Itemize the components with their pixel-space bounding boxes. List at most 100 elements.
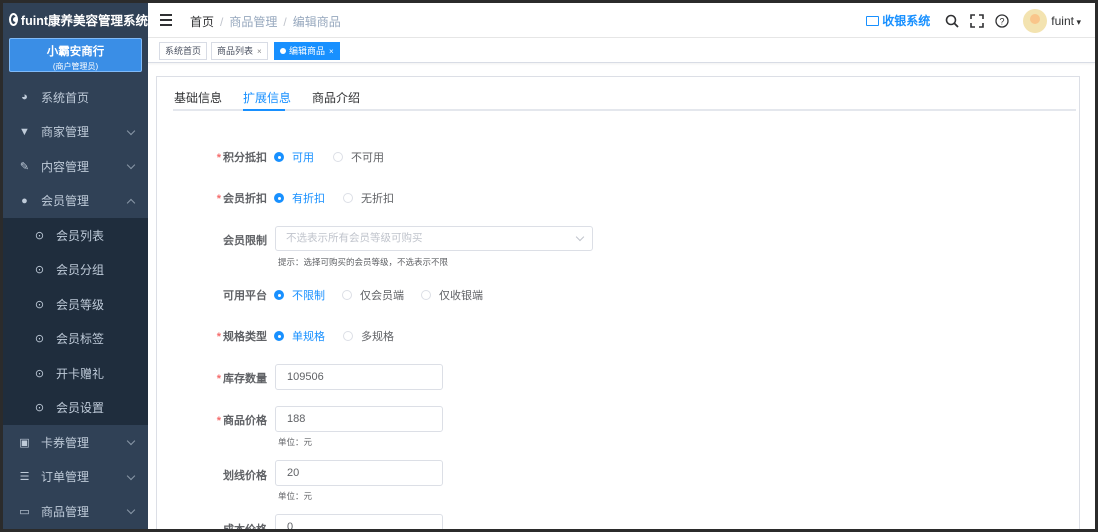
tab-extended-info[interactable]: 扩展信息 xyxy=(243,89,291,106)
tags-view: 系统首页 商品列表 × 编辑商品 × xyxy=(148,38,1095,63)
tag-label: 商品列表 xyxy=(217,46,254,56)
chevron-down-icon xyxy=(575,232,585,242)
sidebar-subitem-open-gift[interactable]: ⊙ 开卡赠礼 xyxy=(3,356,148,391)
price-unit: 单位：元 xyxy=(278,437,313,447)
sidebar-item-label: 卡券管理 xyxy=(41,435,90,450)
sidebar-item-members[interactable]: ● 会员管理 xyxy=(3,184,148,219)
circle-check-icon: ⊙ xyxy=(34,367,45,380)
sidebar-subitem-member-level[interactable]: ⊙ 会员等级 xyxy=(3,287,148,322)
circle-check-icon: ⊙ xyxy=(34,264,45,277)
cashier-button[interactable]: 收银系统 xyxy=(866,12,930,29)
price-label: * 商品价格 xyxy=(216,415,267,427)
tag-goods-list[interactable]: 商品列表 × xyxy=(211,42,268,60)
close-icon[interactable]: × xyxy=(257,47,262,56)
sidebar-item-content[interactable]: ✎ 内容管理 xyxy=(3,149,148,184)
sidebar-item-label: 内容管理 xyxy=(41,159,90,174)
line-price-unit: 单位：元 xyxy=(278,491,313,501)
points-radio-unavailable[interactable]: 不可用 xyxy=(333,149,384,165)
sidebar-subitem-member-tag[interactable]: ⊙ 会员标签 xyxy=(3,322,148,357)
cost-price-label: 成本价格 xyxy=(157,521,267,529)
navbar-right: 收银系统 ? fuint xyxy=(866,3,1095,38)
sidebar-item-label: 订单管理 xyxy=(41,470,90,485)
member-limit-label: 会员限制 xyxy=(223,235,267,247)
breadcrumb: 首页 / 商品管理 / 编辑商品 xyxy=(190,15,341,29)
hamburger-icon[interactable] xyxy=(160,14,174,26)
tab-basic-info[interactable]: 基础信息 xyxy=(174,89,222,106)
discount-radio-no[interactable]: 无折扣 xyxy=(343,190,394,206)
search-icon[interactable] xyxy=(944,13,960,29)
spec-radio-single[interactable]: 单规格 xyxy=(274,328,325,344)
merchant-switcher[interactable]: 小霸安商行 (商户管理员) xyxy=(9,38,142,72)
sidebar-item-label: 会员设置 xyxy=(56,401,105,416)
sidebar-item-label: 商家管理 xyxy=(41,125,90,140)
line-price-input[interactable]: 20 xyxy=(275,460,443,486)
edit-icon: ✎ xyxy=(19,160,30,173)
chevron-down-icon xyxy=(126,505,136,515)
breadcrumb-goods: 商品管理 xyxy=(229,15,278,29)
goods-icon: ▭ xyxy=(19,505,30,518)
spec-radio-multi[interactable]: 多规格 xyxy=(343,328,394,344)
points-radio-available[interactable]: 可用 xyxy=(274,149,314,165)
cart-icon: ▼ xyxy=(19,125,30,138)
tag-label: 编辑商品 xyxy=(289,46,326,56)
dashboard-icon: ◕ xyxy=(21,91,28,104)
monitor-icon xyxy=(866,15,880,26)
sidebar: fuint康养美容管理系统 小霸安商行 (商户管理员) ◕ 系统首页 ▼ 商家管… xyxy=(3,3,148,529)
members-submenu: ⊙ 会员列表 ⊙ 会员分组 ⊙ 会员等级 ⊙ 会员标签 ⊙ 开卡赠礼 ⊙ 会员设… xyxy=(3,218,148,425)
tag-home[interactable]: 系统首页 xyxy=(159,42,208,60)
sidebar-subitem-member-group[interactable]: ⊙ 会员分组 xyxy=(3,253,148,288)
list-icon: ☰ xyxy=(19,471,30,484)
circle-check-icon: ⊙ xyxy=(34,333,45,346)
app-logo[interactable]: fuint康养美容管理系统 xyxy=(3,3,148,35)
breadcrumb-home[interactable]: 首页 xyxy=(190,15,214,29)
circle-check-icon: ⊙ xyxy=(34,298,45,311)
avatar[interactable] xyxy=(1023,8,1048,33)
form-tabs: 基础信息 扩展信息 商品介绍 xyxy=(173,77,1076,111)
member-discount-label: * 会员折扣 xyxy=(216,193,267,205)
sidebar-item-merchant[interactable]: ▼ 商家管理 xyxy=(3,115,148,150)
active-dot-icon xyxy=(280,48,286,54)
sidebar-subitem-member-list[interactable]: ⊙ 会员列表 xyxy=(3,218,148,253)
platform-radio-unlimited[interactable]: 不限制 xyxy=(274,287,325,303)
platform-radio-member[interactable]: 仅会员端 xyxy=(342,287,404,303)
sidebar-subitem-member-settings[interactable]: ⊙ 会员设置 xyxy=(3,391,148,426)
sidebar-item-orders[interactable]: ☰ 订单管理 xyxy=(3,460,148,495)
chevron-down-icon xyxy=(126,160,136,170)
merchant-name: 小霸安商行 xyxy=(46,46,105,58)
tag-edit-goods[interactable]: 编辑商品 × xyxy=(274,42,340,60)
stock-label: * 库存数量 xyxy=(216,373,267,385)
tag-label: 系统首页 xyxy=(165,46,202,56)
discount-radio-yes[interactable]: 有折扣 xyxy=(274,190,325,206)
price-input[interactable]: 188 xyxy=(275,406,443,432)
users-icon: ● xyxy=(21,194,28,207)
help-icon[interactable]: ? xyxy=(994,13,1010,29)
stock-input[interactable]: 109506 xyxy=(275,364,443,390)
cost-price-input[interactable]: 0 xyxy=(275,514,443,529)
chevron-down-icon xyxy=(126,471,136,480)
sidebar-item-home[interactable]: ◕ 系统首页 xyxy=(3,80,148,115)
sidebar-item-label: 会员标签 xyxy=(56,332,105,347)
sidebar-item-label: 商品管理 xyxy=(41,504,90,519)
main-card: 基础信息 扩展信息 商品介绍 * 积分抵扣 可用 不可用 * 会员折扣 有折扣 无折… xyxy=(156,76,1080,529)
member-limit-placeholder: 不选表示所有会员等级可购买 xyxy=(286,232,423,244)
app-frame: fuint康养美容管理系统 小霸安商行 (商户管理员) ◕ 系统首页 ▼ 商家管… xyxy=(3,3,1095,529)
line-price-label: 划线价格 xyxy=(223,470,267,482)
user-menu[interactable]: fuint xyxy=(1051,14,1081,28)
close-icon[interactable]: × xyxy=(329,47,334,56)
sidebar-item-label: 会员分组 xyxy=(56,263,105,278)
tab-goods-intro[interactable]: 商品介绍 xyxy=(312,89,360,106)
fullscreen-icon[interactable] xyxy=(969,13,985,29)
circle-check-icon: ⊙ xyxy=(34,402,45,415)
active-tab-indicator xyxy=(243,109,285,111)
member-limit-select[interactable]: 不选表示所有会员等级可购买 xyxy=(275,226,593,251)
chevron-down-icon xyxy=(126,436,136,446)
svg-text:?: ? xyxy=(1000,16,1005,26)
circle-check-icon: ⊙ xyxy=(34,229,45,242)
merchant-role: (商户管理员) xyxy=(52,62,99,71)
sidebar-item-goods[interactable]: ▭ 商品管理 xyxy=(3,494,148,529)
sidebar-item-coupons[interactable]: ▣ 卡券管理 xyxy=(3,425,148,460)
platform-radio-cashier[interactable]: 仅收银端 xyxy=(421,287,483,303)
sidebar-item-label: 会员列表 xyxy=(56,228,105,243)
platform-label: 可用平台 xyxy=(223,290,267,302)
breadcrumb-current: 编辑商品 xyxy=(292,15,341,29)
